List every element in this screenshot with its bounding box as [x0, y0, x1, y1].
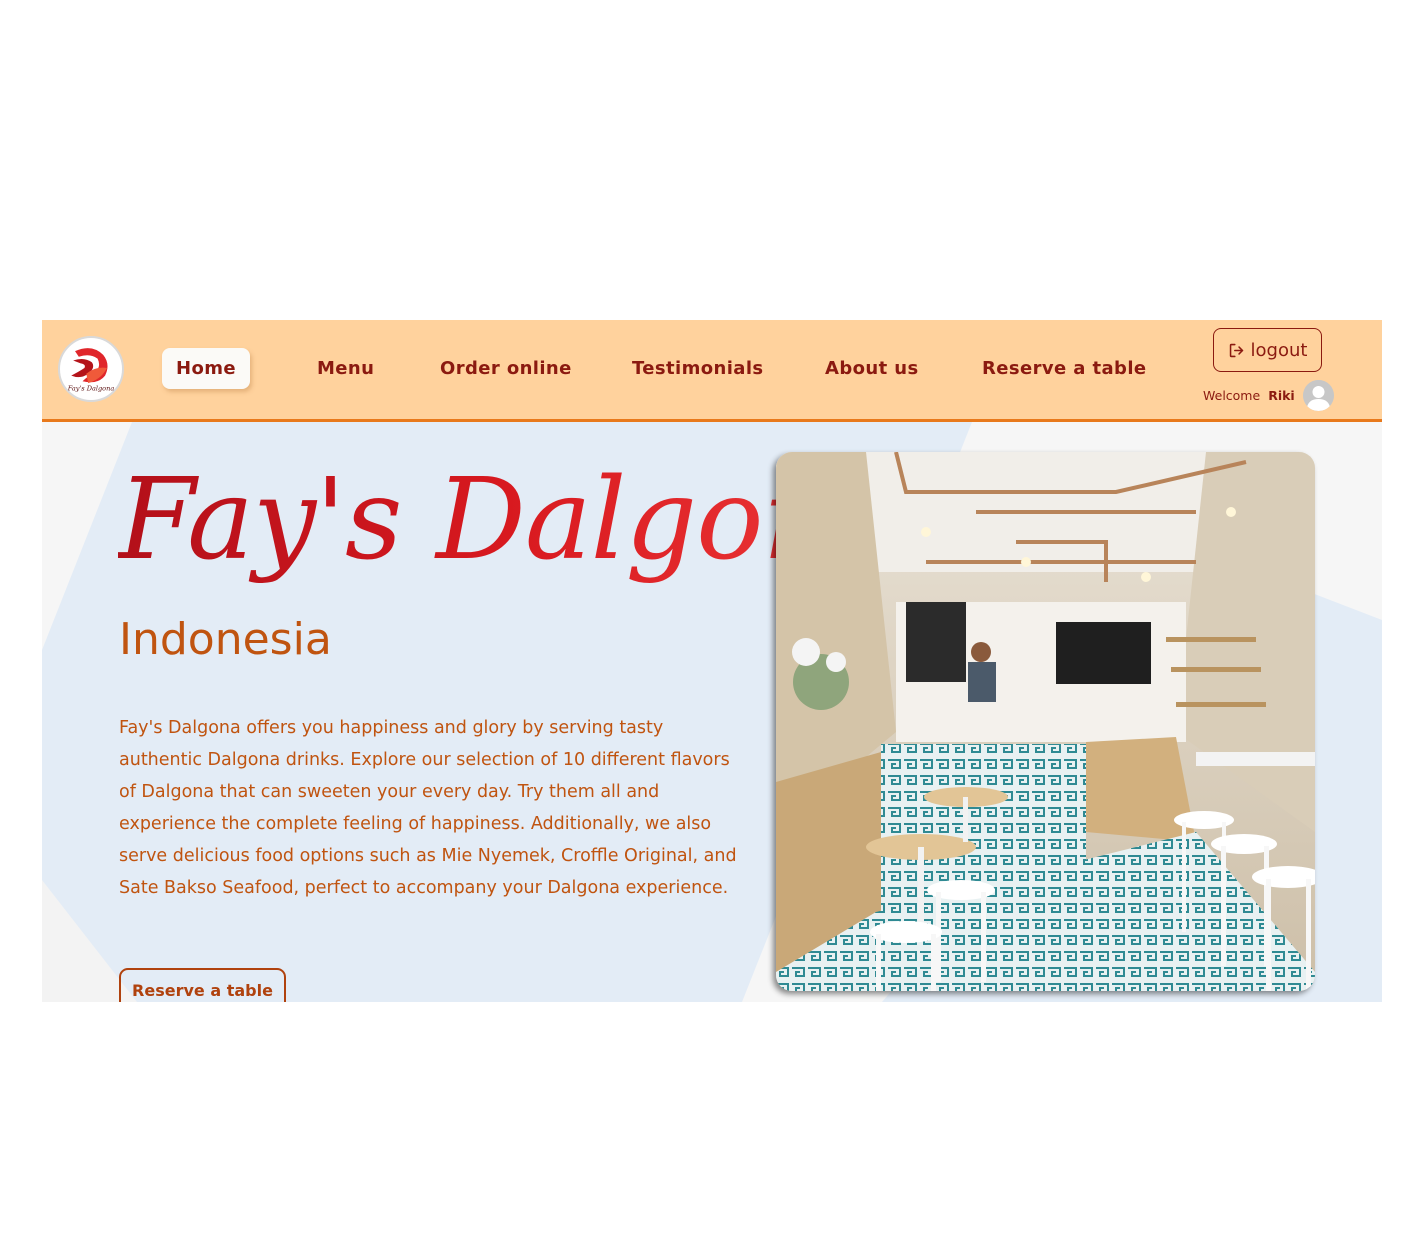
hero-description: Fay's Dalgona offers you happiness and g… — [119, 718, 737, 898]
user-name: Riki — [1268, 387, 1295, 403]
nav-testimonials[interactable]: Testimonials — [632, 348, 764, 389]
welcome-prefix: Welcome — [1203, 387, 1261, 403]
app-frame: Fay's Dalgona Home Menu Order online Tes… — [42, 320, 1382, 1002]
cafe-interior-photo — [776, 452, 1315, 991]
nav-about-us[interactable]: About us — [825, 348, 919, 389]
nav-reserve-a-table[interactable]: Reserve a table — [982, 348, 1147, 389]
logout-button[interactable]: logout — [1213, 328, 1322, 372]
nav-home[interactable]: Home — [162, 348, 250, 389]
reserve-table-button[interactable]: Reserve a table — [119, 968, 286, 1002]
nav-menu[interactable]: Menu — [317, 348, 374, 389]
dalgona-logo-icon[interactable]: Fay's Dalgona — [58, 336, 124, 402]
svg-text:Fay's Dalgona: Fay's Dalgona — [67, 385, 115, 393]
hero-subtitle: Indonesia — [119, 614, 332, 665]
user-avatar-icon[interactable] — [1302, 379, 1334, 411]
logout-label: logout — [1250, 339, 1308, 361]
navbar: Fay's Dalgona Home Menu Order online Tes… — [42, 320, 1382, 422]
welcome-user: Welcome Riki — [1203, 379, 1334, 411]
nav-order-online[interactable]: Order online — [440, 348, 572, 389]
logout-icon — [1228, 342, 1245, 359]
